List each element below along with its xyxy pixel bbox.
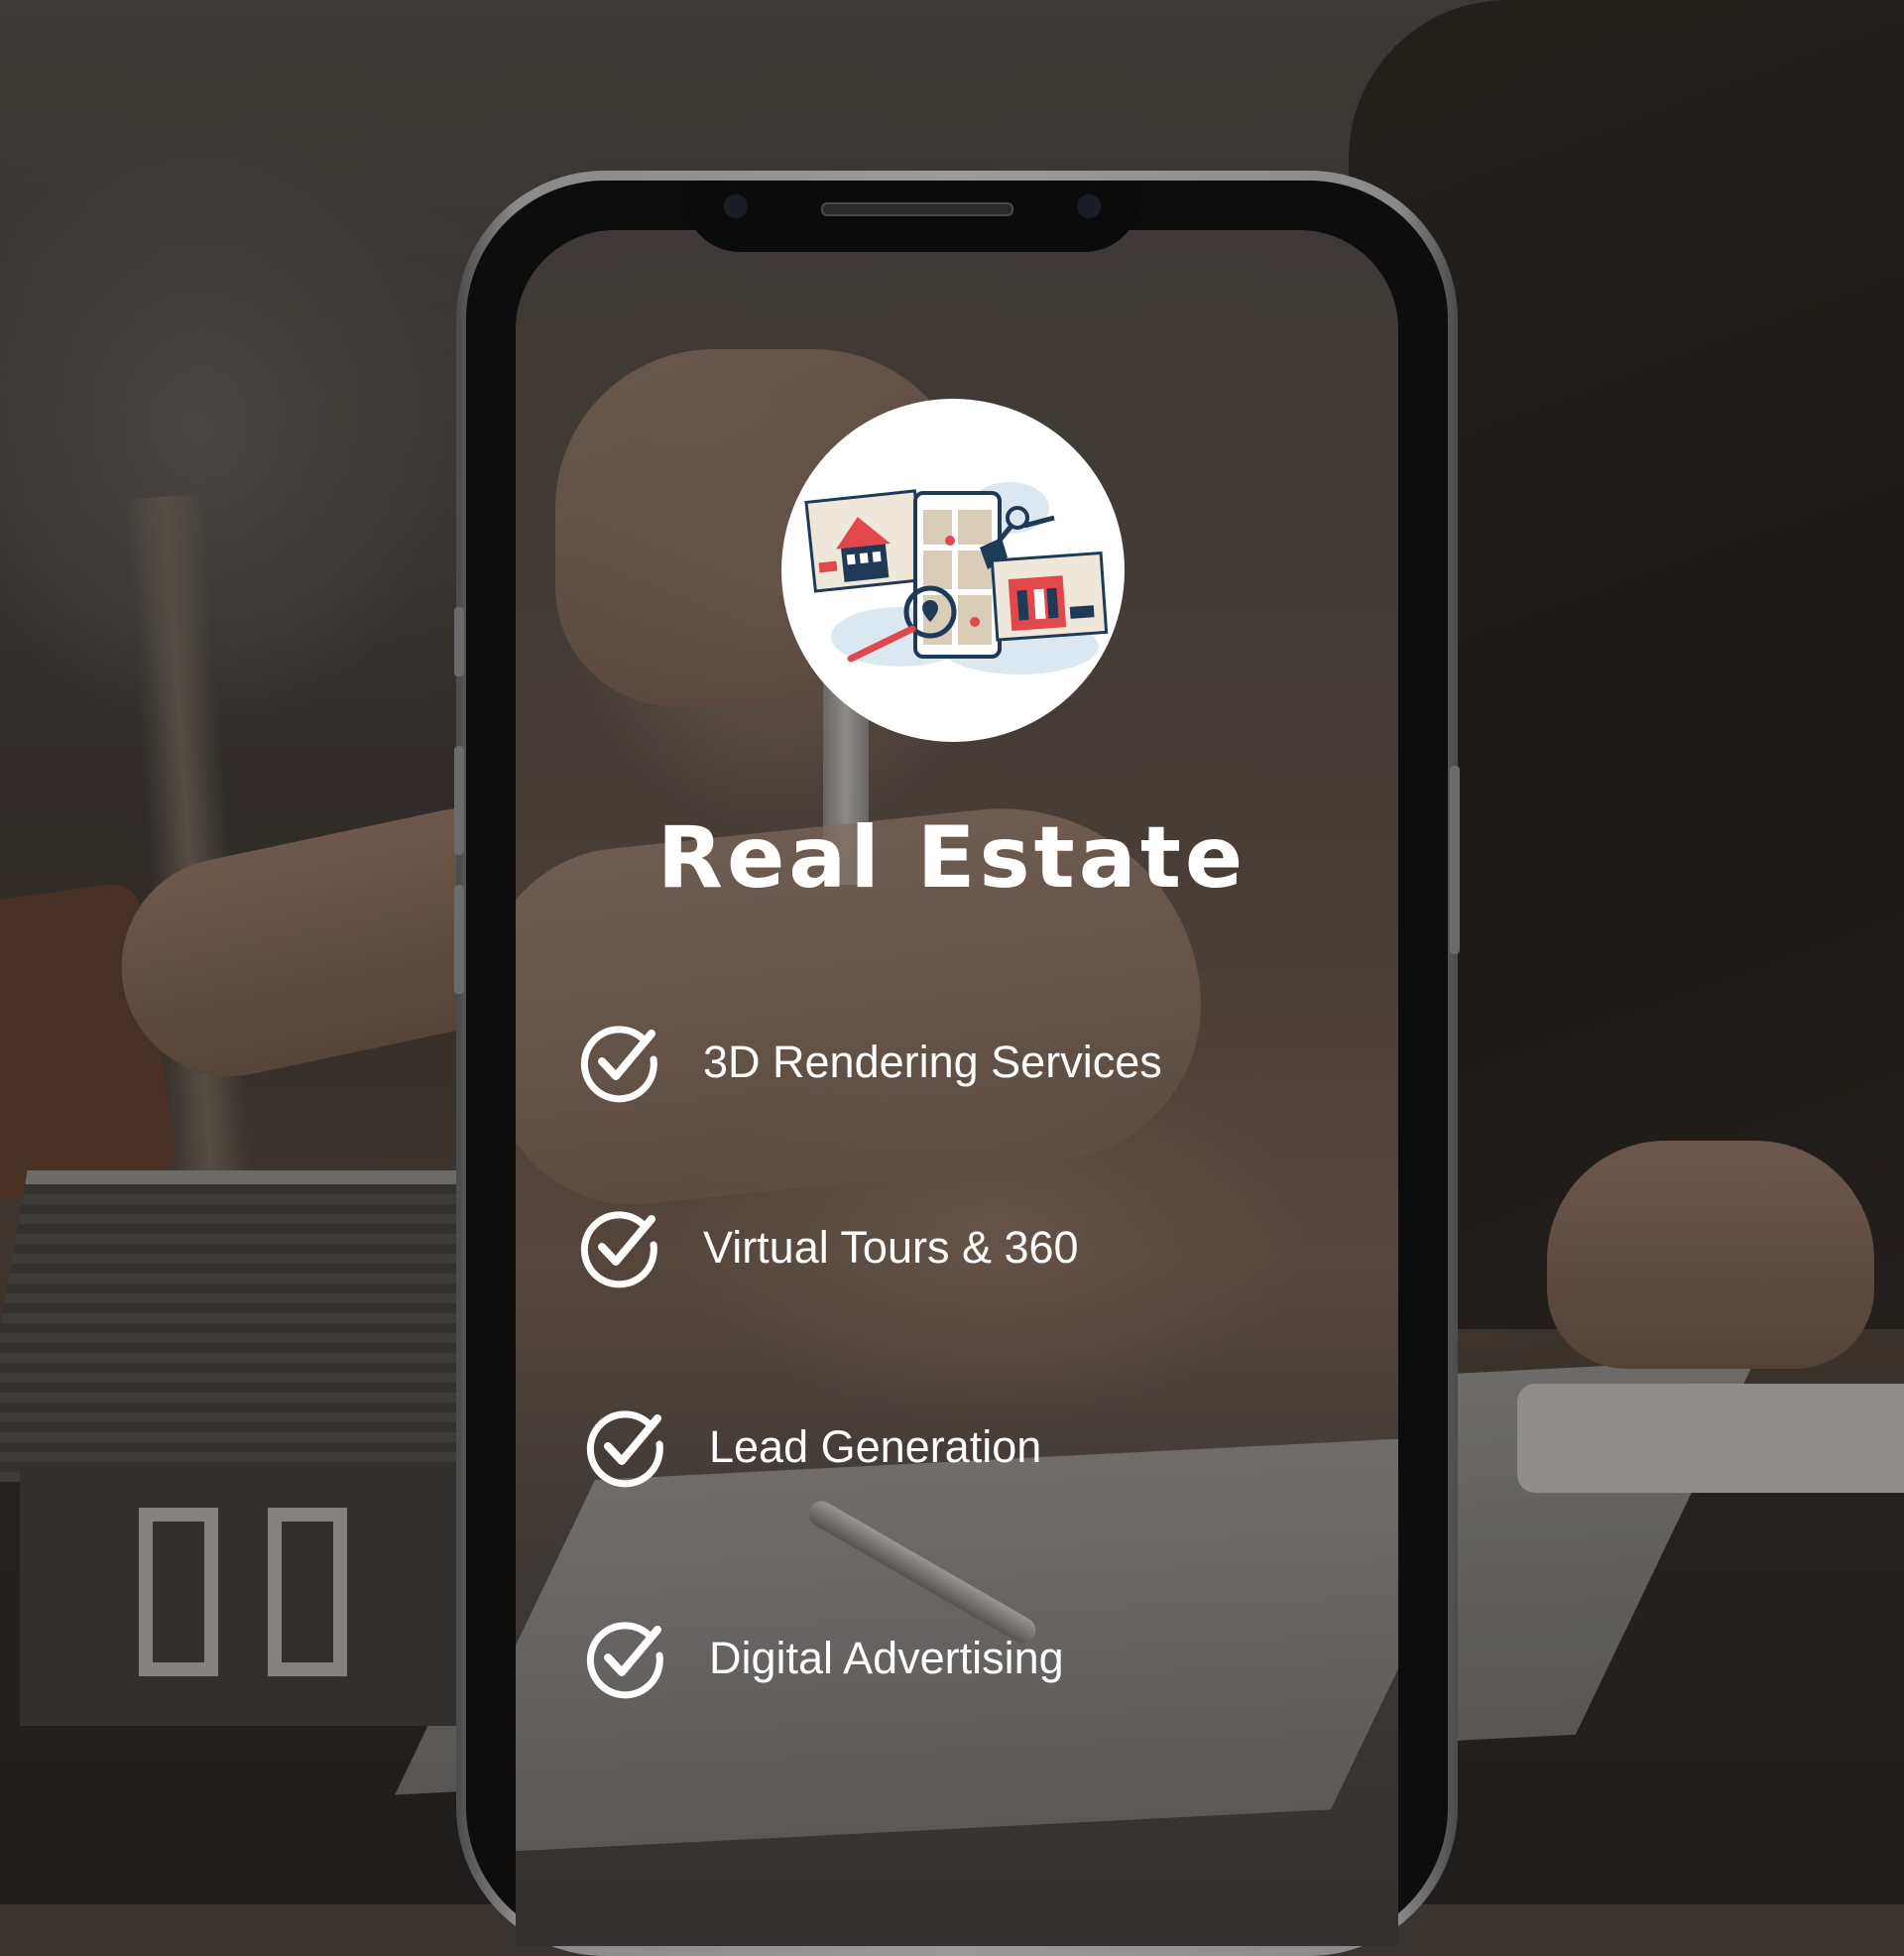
phone-notch	[684, 181, 1140, 252]
speaker-grille	[821, 202, 1013, 216]
feature-item-lead-generation: Lead Generation	[584, 1405, 1041, 1490]
feature-label: Lead Generation	[709, 1421, 1042, 1472]
feature-item-3d-rendering: 3D Rendering Services	[578, 1020, 1162, 1105]
camera-icon	[724, 194, 748, 218]
real-estate-search-app-illustration-icon	[804, 482, 1109, 674]
feature-item-digital-advertising: Digital Advertising	[584, 1616, 1064, 1701]
real-estate-logo	[781, 399, 1125, 742]
feature-label: Digital Advertising	[709, 1633, 1064, 1683]
sensor-icon	[1077, 194, 1101, 218]
check-circle-icon	[586, 1410, 663, 1488]
check-circle-icon	[580, 1211, 657, 1288]
feature-item-virtual-tours: Virtual Tours & 360	[578, 1205, 1079, 1290]
page-title: Real Estate	[656, 808, 1248, 908]
check-circle-icon	[586, 1622, 663, 1699]
feature-label: Virtual Tours & 360	[703, 1222, 1079, 1273]
feature-label: 3D Rendering Services	[703, 1037, 1162, 1087]
check-circle-icon	[580, 1026, 657, 1103]
